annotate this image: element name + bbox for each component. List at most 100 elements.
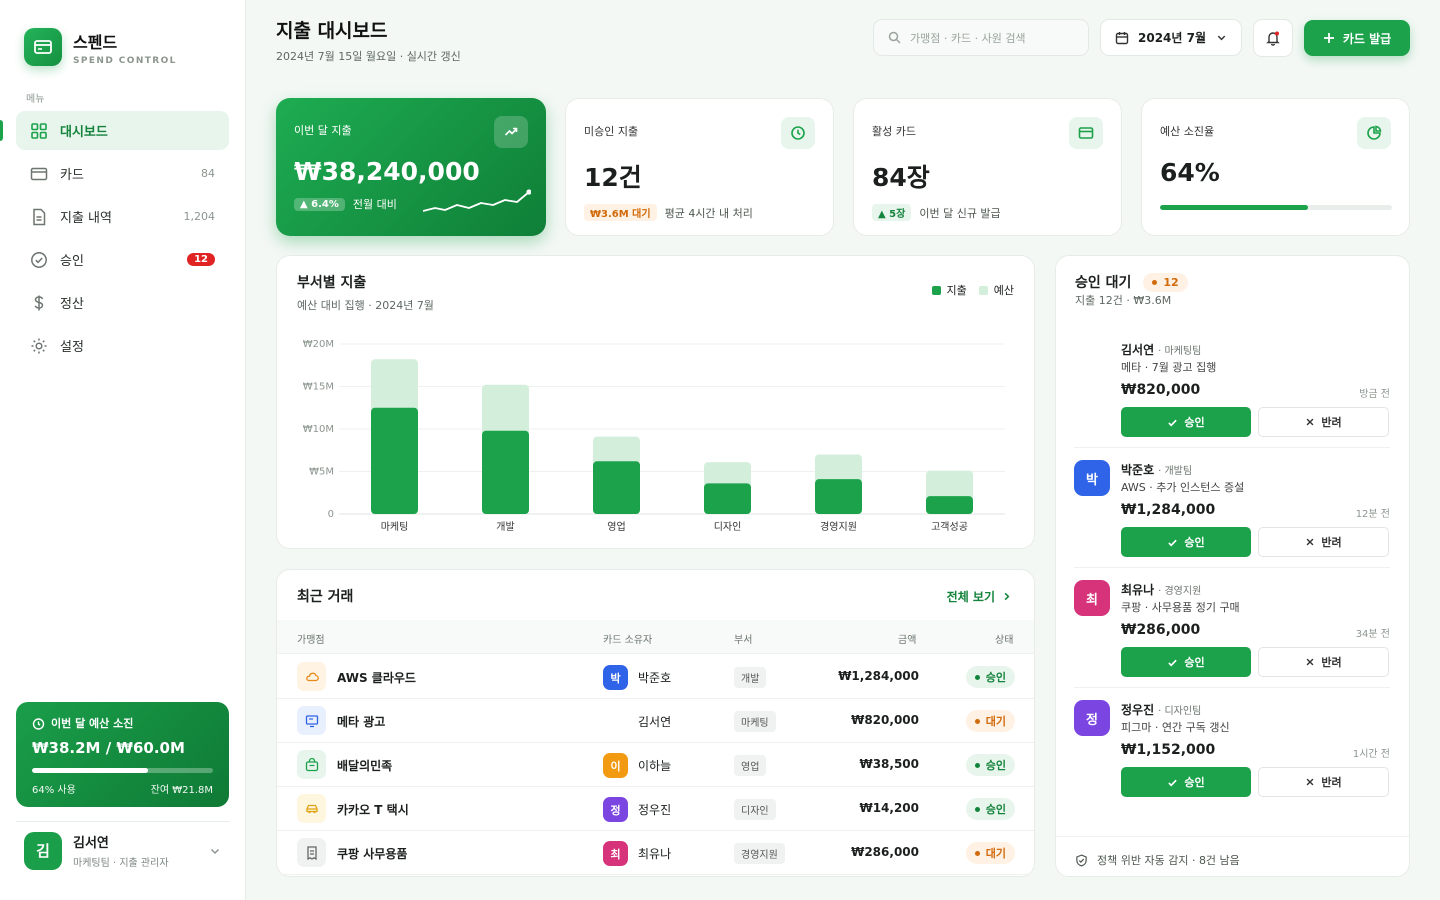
y-tick-label: ₩10M bbox=[303, 424, 334, 435]
kpi-active-cards[interactable]: 활성 카드 84장 ▲ 5장 이번 달 신규 발급 bbox=[853, 98, 1122, 236]
table-row[interactable]: AWS 클라우드 박 박준호 개발 ₩1,284,000 승인 bbox=[277, 655, 1034, 699]
kpi-budget-usage[interactable]: 예산 소진율 64% bbox=[1141, 98, 1410, 236]
recent-transactions-card: 최근 거래 전체 보기 가맹점 카드 소유자 부서 금액 상태 AWS 클라우드… bbox=[276, 569, 1035, 877]
approve-button[interactable]: 승인 bbox=[1121, 647, 1251, 677]
sidebar-item-expenses[interactable]: 지출 내역 1,204 bbox=[16, 197, 229, 236]
kpi-value: 12건 bbox=[584, 163, 642, 192]
amount: ₩286,000 bbox=[851, 845, 919, 859]
view-all-link[interactable]: 전체 보기 bbox=[947, 588, 1012, 605]
bag-icon bbox=[297, 750, 326, 779]
x-tick-label: 개발 bbox=[496, 521, 514, 533]
sidebar-item-approvals[interactable]: 승인 12 bbox=[16, 240, 229, 279]
approve-button[interactable]: 승인 bbox=[1121, 527, 1251, 557]
approval-item[interactable]: 김서연 · 마케팅팀 메타 · 7월 광고 집행 ₩820,000 방금 전 승인 반려 bbox=[1074, 340, 1390, 460]
avatar: 박 bbox=[603, 665, 628, 690]
x-tick-label: 디자인 bbox=[714, 521, 742, 533]
sidebar-item-cards[interactable]: 카드 84 bbox=[16, 154, 229, 193]
table-row[interactable]: 카카오 T 택시 정 정우진 디자인 ₩14,200 승인 bbox=[277, 787, 1034, 831]
budget-card-amount: ₩38.2M / ₩60.0M bbox=[32, 739, 185, 757]
approve-button[interactable]: 승인 bbox=[1121, 767, 1251, 797]
approve-label: 승인 bbox=[1184, 776, 1205, 789]
trend-up-icon bbox=[494, 116, 528, 148]
chevron-down-icon[interactable] bbox=[209, 845, 221, 857]
pie-chart-icon bbox=[1357, 117, 1391, 149]
grid-icon bbox=[31, 122, 47, 139]
month-select[interactable]: 2024년 7월 bbox=[1100, 19, 1242, 56]
x-tick-label: 마케팅 bbox=[381, 521, 409, 533]
card-title: 부서별 지출 bbox=[297, 275, 367, 291]
sparkline bbox=[422, 189, 531, 212]
kpi-pill: ₩3.6M 대기 bbox=[584, 204, 657, 221]
approval-item[interactable]: 정 정우진 · 디자인팀 피그마 · 연간 구독 갱신 ₩1,152,000 1시간 전승… bbox=[1074, 700, 1390, 820]
bar-spend-5[interactable] bbox=[926, 496, 973, 514]
kpi-value: ₩38,240,000 bbox=[294, 157, 480, 186]
chart-legend: 지출 예산 bbox=[920, 282, 1014, 298]
shield-check-icon bbox=[1076, 853, 1087, 867]
bar-spend-4[interactable] bbox=[815, 479, 862, 514]
search-input[interactable]: 가맹점 · 카드 · 사원 검색 bbox=[873, 19, 1089, 56]
user-profile[interactable]: 김 김서연 마케팅팀 · 지출 관리자 bbox=[16, 821, 229, 879]
kpi-pending[interactable]: 미승인 지출 12건 ₩3.6M 대기 평균 4시간 내 처리 bbox=[565, 98, 834, 236]
expense-amount: ₩286,000 bbox=[1121, 622, 1201, 638]
reject-button[interactable]: 반려 bbox=[1258, 407, 1389, 437]
table-row[interactable]: 메타 광고 김서연 마케팅 ₩820,000 대기 bbox=[277, 699, 1034, 743]
column-header: 부서 bbox=[734, 635, 753, 646]
bar-spend-0[interactable] bbox=[371, 407, 418, 514]
reject-button[interactable]: 반려 bbox=[1258, 527, 1389, 557]
table-header: 가맹점 카드 소유자 부서 금액 상태 bbox=[277, 620, 1034, 654]
reject-button[interactable]: 반려 bbox=[1258, 767, 1389, 797]
approval-item[interactable]: 박 박준호 · 개발팀 AWS · 추가 인스턴스 증설 ₩1,284,000 12분 전… bbox=[1074, 460, 1390, 580]
kpi-note: 평균 4시간 내 처리 bbox=[664, 206, 753, 220]
avatar: 김 bbox=[24, 831, 62, 870]
x-tick-label: 경영지원 bbox=[820, 520, 857, 533]
card-logo-icon bbox=[24, 28, 62, 66]
bar-spend-3[interactable] bbox=[704, 483, 751, 514]
close-icon bbox=[1306, 658, 1314, 666]
sidebar-item-settings[interactable]: 설정 bbox=[16, 326, 229, 365]
bar-spend-2[interactable] bbox=[593, 461, 640, 514]
reject-label: 반려 bbox=[1321, 656, 1342, 669]
check-icon bbox=[1168, 539, 1178, 547]
expense-description: 피그마 · 연간 구독 갱신 bbox=[1121, 721, 1230, 734]
department-spend-card: 부서별 지출 예산 대비 집행 · 2024년 7월 지출 예산 0 ₩5M ₩10… bbox=[276, 255, 1035, 549]
kpi-pill: ▲ 5장 bbox=[872, 204, 912, 221]
sidebar-item-count: 84 bbox=[201, 167, 215, 180]
expense-description: AWS · 추가 인스턴스 증설 bbox=[1121, 481, 1245, 494]
approve-button[interactable]: 승인 bbox=[1121, 407, 1251, 437]
sidebar-item-label: 설정 bbox=[60, 340, 84, 355]
issue-card-button[interactable]: 카드 발급 bbox=[1304, 20, 1410, 56]
requester-name: 정우진 · 디자인팀 bbox=[1121, 703, 1202, 717]
policy-footer[interactable]: 정책 위반 자동 감지 · 8건 남음 bbox=[1075, 852, 1240, 868]
dollar-icon bbox=[34, 295, 44, 310]
merchant-name: 배달의민족 bbox=[337, 759, 393, 773]
kpi-monthly-spend[interactable]: 이번 달 지출 ₩38,240,000 ▲ 6.4% 전월 대비 bbox=[276, 98, 546, 236]
kpi-label: 이번 달 지출 bbox=[294, 124, 352, 137]
monitor-icon bbox=[297, 706, 326, 735]
policy-footer-label: 정책 위반 자동 감지 · 8건 남음 bbox=[1097, 854, 1240, 867]
timestamp: 1시간 전 bbox=[1352, 749, 1390, 760]
column-header: 상태 bbox=[995, 635, 1014, 646]
budget-remaining: 잔여 ₩21.8M bbox=[150, 785, 213, 796]
clock-icon bbox=[781, 117, 815, 149]
document-icon bbox=[33, 208, 46, 225]
sidebar-item-settlement[interactable]: 정산 bbox=[16, 283, 229, 322]
chevron-right-icon bbox=[1004, 592, 1010, 601]
brand[interactable]: 스펜드 SPEND CONTROL bbox=[24, 28, 177, 66]
reject-button[interactable]: 반려 bbox=[1258, 647, 1389, 677]
table-row[interactable]: 배달의민족 이 이하늘 영업 ₩38,500 승인 bbox=[277, 743, 1034, 787]
close-icon bbox=[1306, 418, 1314, 426]
bar-spend-1[interactable] bbox=[482, 430, 529, 514]
sidebar-item-dashboard[interactable]: 대시보드 bbox=[0, 111, 229, 150]
sidebar-item-label: 승인 bbox=[60, 254, 84, 269]
budget-progress-fill bbox=[32, 768, 148, 773]
owner-name: 김서연 bbox=[638, 715, 672, 729]
card-subtitle: 예산 대비 집행 · 2024년 7월 bbox=[297, 299, 434, 312]
reject-label: 반려 bbox=[1321, 776, 1342, 789]
approval-item[interactable]: 최 최유나 · 경영지원 쿠팡 · 사무용품 정기 구매 ₩286,000 34분 전 승인… bbox=[1074, 580, 1390, 700]
approve-label: 승인 bbox=[1184, 416, 1205, 429]
avatar: 정 bbox=[1074, 700, 1110, 736]
notification-button[interactable] bbox=[1253, 19, 1293, 57]
table-row[interactable]: 쿠팡 사무용품 최 최유나 경영지원 ₩286,000 대기 bbox=[277, 831, 1034, 875]
budget-usage-card[interactable]: 이번 달 예산 소진 ₩38.2M / ₩60.0M 64% 사용 잔여 ₩21… bbox=[16, 702, 229, 807]
timer-icon bbox=[32, 717, 45, 730]
